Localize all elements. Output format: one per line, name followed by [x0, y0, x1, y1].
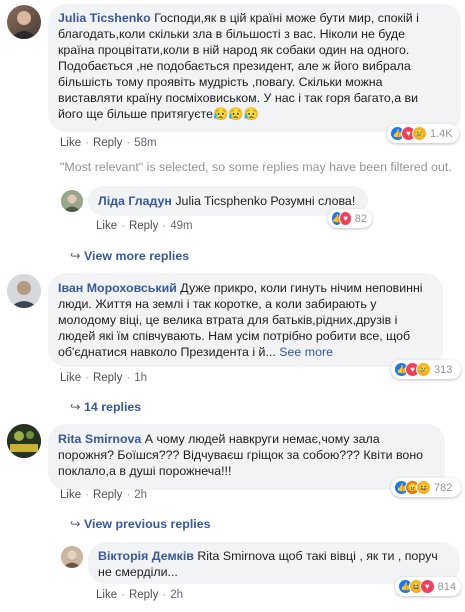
- profile-photo-icon: [7, 274, 41, 308]
- reaction-count: 814: [437, 580, 456, 593]
- comment-text: Julia Ticsphenko Розумні слова!: [175, 194, 356, 208]
- like-button[interactable]: Like: [60, 137, 81, 149]
- view-more-replies[interactable]: ↪ View more replies: [70, 248, 189, 263]
- sad-icon: 😢: [412, 126, 427, 141]
- avatar[interactable]: [7, 5, 41, 39]
- reply-arrow-icon: ↪: [70, 249, 81, 263]
- sad-icon: 😢: [416, 362, 431, 377]
- profile-photo-icon: [7, 424, 41, 458]
- love-icon: ♥: [339, 211, 352, 226]
- comment-text: Господи,як в цій країні може бути мир, с…: [58, 11, 419, 121]
- reaction-summary[interactable]: 👍 😠 😆 782: [391, 478, 461, 497]
- avatar[interactable]: [7, 424, 41, 458]
- haha-icon: 😆: [416, 480, 431, 495]
- reaction-summary[interactable]: 👍 ♥ 😢 313: [391, 360, 461, 379]
- like-button[interactable]: Like: [60, 489, 81, 501]
- like-button[interactable]: Like: [96, 220, 117, 232]
- sad-emoji: 😥😥😥: [212, 107, 260, 121]
- comment-actions: Like · Reply · 49m: [96, 220, 193, 232]
- reaction-count: 1.4K: [430, 127, 453, 140]
- comment-author[interactable]: Rita Smirnova: [58, 432, 141, 446]
- comment-author[interactable]: Ліда Гладун: [98, 194, 172, 208]
- comment-actions: Like · Reply · 58m: [60, 137, 157, 149]
- reaction-summary[interactable]: 👍 ♥ 82: [328, 209, 372, 228]
- timestamp[interactable]: 2h: [170, 589, 183, 601]
- profile-photo-icon: [61, 190, 83, 212]
- reply-button[interactable]: Reply: [93, 372, 122, 384]
- comment-author[interactable]: Вікторія Демків: [98, 549, 194, 563]
- reply-button[interactable]: Reply: [93, 137, 122, 149]
- reply-arrow-icon: ↪: [70, 517, 81, 531]
- comment-bubble: Ліда Гладун Julia Ticsphenko Розумні сло…: [88, 186, 368, 216]
- timestamp[interactable]: 1h: [134, 372, 147, 384]
- filter-notice: "Most relevant" is selected, so some rep…: [60, 160, 452, 174]
- reply-arrow-icon: ↪: [70, 400, 81, 414]
- love-icon: ♥: [419, 579, 435, 594]
- timestamp[interactable]: 2h: [134, 489, 147, 501]
- see-more-link[interactable]: See more: [279, 345, 333, 359]
- reply-button[interactable]: Reply: [93, 489, 122, 501]
- comment-bubble: Julia Ticshenko Господи,як в цій країні …: [48, 4, 461, 132]
- comment-bubble: Іван Мороховський Дуже прикро, коли гину…: [48, 273, 443, 367]
- like-button[interactable]: Like: [60, 372, 81, 384]
- comment-actions: Like · Reply · 2h: [60, 489, 147, 501]
- view-replies[interactable]: ↪ 14 replies: [70, 399, 141, 414]
- comment-actions: Like · Reply · 2h: [96, 589, 183, 601]
- comment-actions: Like · Reply · 1h: [60, 372, 147, 384]
- comment-author[interactable]: Іван Мороховський: [58, 281, 177, 295]
- comment-author[interactable]: Julia Ticshenko: [58, 11, 151, 25]
- reaction-count: 782: [434, 481, 453, 494]
- avatar[interactable]: [7, 274, 41, 308]
- profile-photo-icon: [10, 11, 38, 39]
- timestamp[interactable]: 49m: [170, 220, 192, 232]
- reaction-count: 82: [354, 212, 367, 225]
- reaction-summary[interactable]: 👍 ♥ 😢 1.4K: [387, 124, 459, 143]
- reaction-count: 313: [434, 363, 453, 376]
- profile-photo-icon: [61, 546, 83, 568]
- comment-bubble: Rita Smirnova А чому людей навкруги нема…: [48, 424, 445, 490]
- reply-button[interactable]: Reply: [129, 589, 158, 601]
- view-previous-replies[interactable]: ↪ View previous replies: [70, 516, 211, 531]
- reaction-summary[interactable]: 👍 😆 ♥ 814: [395, 577, 461, 596]
- timestamp[interactable]: 58m: [134, 137, 156, 149]
- avatar[interactable]: [61, 546, 83, 568]
- like-button[interactable]: Like: [96, 589, 117, 601]
- reply-button[interactable]: Reply: [129, 220, 158, 232]
- avatar[interactable]: [61, 190, 83, 212]
